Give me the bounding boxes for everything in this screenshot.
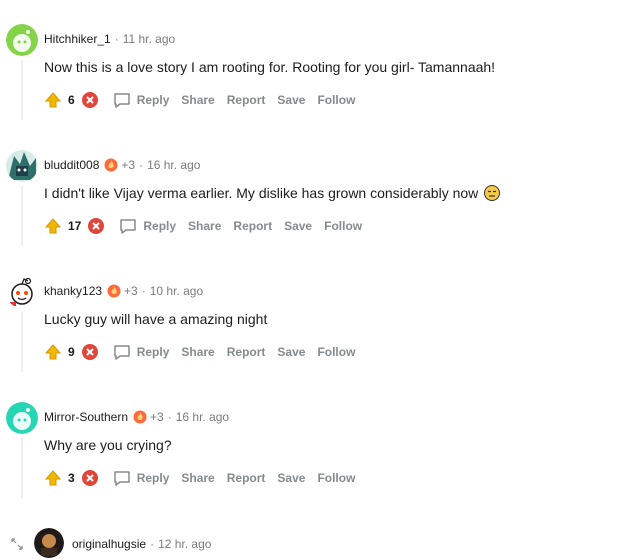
- comment-actions: 9 Reply Share Report Save Follow: [44, 341, 367, 363]
- report-button[interactable]: Report: [233, 219, 272, 233]
- reply-label: Reply: [136, 345, 170, 359]
- vote-score: 3: [68, 471, 75, 485]
- reply-button[interactable]: Reply: [113, 91, 170, 109]
- comment-time[interactable]: 16 hr. ago: [176, 409, 229, 425]
- fire-award-icon: [107, 284, 121, 298]
- comment-author[interactable]: Mirror-Southern: [44, 409, 128, 425]
- reply-label: Reply: [136, 471, 170, 485]
- karma-flair: +3: [124, 284, 138, 298]
- separator: ·: [167, 410, 172, 424]
- karma-flair: +3: [150, 410, 164, 424]
- share-button[interactable]: Share: [181, 471, 214, 485]
- upvote-icon[interactable]: [44, 217, 62, 235]
- unamused-face-icon: [484, 185, 501, 201]
- share-button[interactable]: Share: [181, 93, 214, 107]
- comment-body: Now this is a love story I am rooting fo…: [44, 59, 496, 75]
- comment-author[interactable]: originalhugsie: [72, 536, 146, 552]
- comment-meta: bluddit008 +3 · 16 hr. ago: [44, 157, 200, 173]
- comment-bubble-icon: [119, 217, 137, 235]
- avatar[interactable]: [6, 402, 38, 434]
- save-button[interactable]: Save: [277, 93, 305, 107]
- comment-actions: 17 Reply Share Report Save Follow: [44, 215, 374, 237]
- avatar[interactable]: [34, 528, 64, 558]
- comment-meta: Mirror-Southern +3 · 16 hr. ago: [44, 409, 229, 425]
- comment-time[interactable]: 11 hr. ago: [123, 31, 176, 47]
- vote-score: 9: [68, 345, 75, 359]
- thread-line[interactable]: [21, 312, 23, 372]
- save-button[interactable]: Save: [284, 219, 312, 233]
- follow-button[interactable]: Follow: [317, 345, 355, 359]
- separator: ·: [114, 32, 119, 46]
- report-button[interactable]: Report: [227, 93, 266, 107]
- comment-author[interactable]: Hitchhiker_1: [44, 31, 111, 47]
- thread-line[interactable]: [21, 60, 23, 120]
- karma-flair: +3: [121, 158, 136, 172]
- separator: ·: [139, 158, 144, 172]
- downvote-icon[interactable]: [81, 343, 99, 361]
- downvote-icon[interactable]: [81, 91, 99, 109]
- comment-body: Why are you crying?: [44, 437, 172, 453]
- share-button[interactable]: Share: [188, 219, 221, 233]
- comment-bubble-icon: [113, 343, 131, 361]
- comment-actions: 6 Reply Share Report Save Follow: [44, 89, 367, 111]
- avatar[interactable]: [6, 150, 38, 182]
- comment-time[interactable]: 10 hr. ago: [150, 283, 203, 299]
- comment-author[interactable]: khanky123: [44, 283, 102, 299]
- report-button[interactable]: Report: [227, 471, 266, 485]
- comment-body: Lucky guy will have a amazing night: [44, 311, 268, 327]
- comment-body-text: I didn't like Vijay verma earlier. My di…: [44, 185, 479, 201]
- reply-button[interactable]: Reply: [119, 217, 176, 235]
- save-button[interactable]: Save: [277, 345, 305, 359]
- separator: ·: [141, 284, 146, 298]
- comment-actions: 3 Reply Share Report Save Follow: [44, 467, 367, 489]
- follow-button[interactable]: Follow: [317, 93, 355, 107]
- reply-label: Reply: [136, 93, 170, 107]
- comment-meta: originalhugsie · 12 hr. ago: [72, 536, 211, 552]
- follow-button[interactable]: Follow: [317, 471, 355, 485]
- upvote-icon[interactable]: [44, 91, 62, 109]
- save-button[interactable]: Save: [277, 471, 305, 485]
- comment-meta: khanky123 +3 · 10 hr. ago: [44, 283, 203, 299]
- fire-award-icon: [104, 158, 118, 172]
- thread-line[interactable]: [21, 438, 23, 498]
- upvote-icon[interactable]: [44, 469, 62, 487]
- comment-meta: Hitchhiker_1 · 11 hr. ago: [44, 31, 175, 47]
- downvote-icon[interactable]: [81, 469, 99, 487]
- expand-arrows-icon[interactable]: [10, 537, 24, 551]
- thread-line[interactable]: [21, 186, 23, 246]
- report-button[interactable]: Report: [227, 345, 266, 359]
- share-button[interactable]: Share: [181, 345, 214, 359]
- upvote-icon[interactable]: [44, 343, 62, 361]
- collapsed-comment: originalhugsie · 12 hr. ago: [34, 528, 634, 558]
- comment-bubble-icon: [113, 469, 131, 487]
- avatar[interactable]: [6, 24, 38, 56]
- comment-time[interactable]: 16 hr. ago: [147, 157, 200, 173]
- reply-button[interactable]: Reply: [113, 469, 170, 487]
- reply-button[interactable]: Reply: [113, 343, 170, 361]
- downvote-icon[interactable]: [87, 217, 105, 235]
- comment-body: I didn't like Vijay verma earlier. My di…: [44, 183, 501, 203]
- separator: ·: [150, 537, 155, 551]
- reply-label: Reply: [143, 219, 177, 233]
- vote-score: 17: [68, 219, 82, 233]
- follow-button[interactable]: Follow: [324, 219, 362, 233]
- fire-award-icon: [133, 410, 147, 424]
- comment-time[interactable]: 12 hr. ago: [158, 536, 211, 552]
- comment-bubble-icon: [113, 91, 131, 109]
- comment-author[interactable]: bluddit008: [44, 157, 99, 173]
- avatar[interactable]: [6, 276, 38, 308]
- vote-score: 6: [68, 93, 75, 107]
